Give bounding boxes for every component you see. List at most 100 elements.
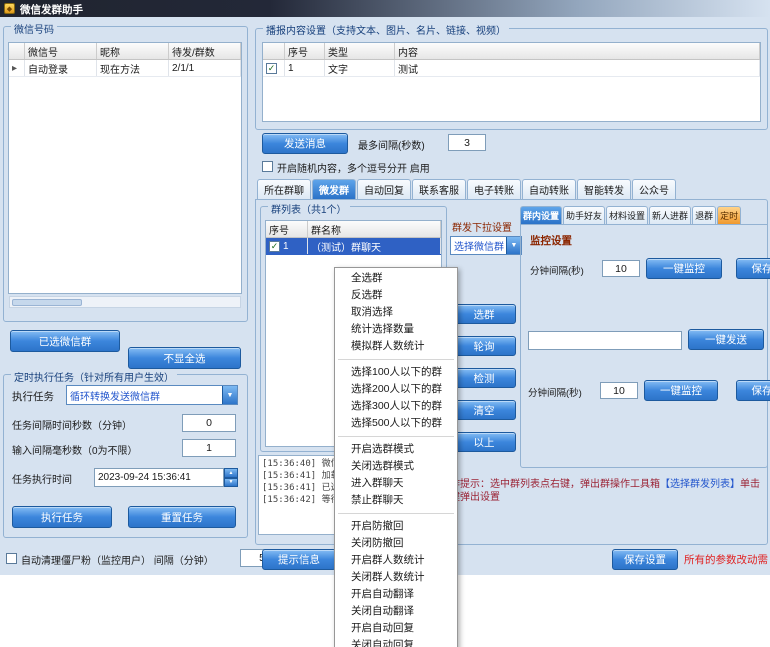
- context-menu-item[interactable]: 开启自动翻译: [335, 586, 457, 603]
- task-time-input[interactable]: 2023-09-24 15:36:41: [94, 468, 224, 487]
- tab-helper-friends[interactable]: 助手好友: [563, 206, 605, 224]
- tab-leave-group[interactable]: 退群: [692, 206, 716, 224]
- menu-separator: [338, 359, 454, 360]
- one-key-monitor-button-1[interactable]: 一键监控: [646, 258, 722, 279]
- run-task-button[interactable]: 执行任务: [12, 506, 112, 528]
- header-cell[interactable]: 序号: [285, 43, 325, 59]
- select-all-button[interactable]: 不显全选: [128, 347, 241, 369]
- spinner-up-icon[interactable]: ▲: [224, 468, 238, 478]
- header-cell[interactable]: 类型: [325, 43, 395, 59]
- header-cell[interactable]: 昵称: [97, 43, 169, 59]
- side-button-2[interactable]: 轮询: [452, 336, 516, 356]
- side-button-1[interactable]: 选群: [452, 304, 516, 324]
- context-menu-item[interactable]: 全选群: [335, 270, 457, 287]
- account-table-hscrollbar[interactable]: [9, 296, 241, 308]
- tab-auto-transfer[interactable]: 自动转账: [522, 179, 576, 199]
- context-menu-item[interactable]: 选择500人以下的群: [335, 415, 457, 432]
- row-checkbox[interactable]: ✓: [269, 241, 280, 252]
- chevron-down-icon[interactable]: ▼: [222, 386, 237, 404]
- context-menu-item[interactable]: 开启防撤回: [335, 518, 457, 535]
- context-menu-item[interactable]: 关闭防撤回: [335, 535, 457, 552]
- tab-auto-reply[interactable]: 自动回复: [357, 179, 411, 199]
- tab-group-settings[interactable]: 群内设置: [520, 206, 562, 224]
- spinner-down-icon[interactable]: ▼: [224, 478, 238, 488]
- context-menu-item[interactable]: 统计选择数量: [335, 321, 457, 338]
- tab-timing[interactable]: 定时: [717, 206, 741, 224]
- context-menu-item[interactable]: 开启自动回复: [335, 620, 457, 637]
- monitor-row1-label: 分钟间隔(秒): [530, 263, 584, 277]
- tab-material-settings[interactable]: 材料设置: [606, 206, 648, 224]
- monitor-row3-input[interactable]: 10: [600, 382, 638, 399]
- reset-task-button[interactable]: 重置任务: [128, 506, 236, 528]
- max-interval-input[interactable]: 3: [448, 134, 486, 151]
- monitor-row2-input[interactable]: [528, 331, 682, 350]
- context-menu-item[interactable]: 反选群: [335, 287, 457, 304]
- group-dropdown-label: 群发下拉设置: [452, 219, 512, 234]
- info-button[interactable]: 提示信息: [262, 549, 336, 570]
- side-button-3[interactable]: 检测: [452, 368, 516, 388]
- tab-new-member[interactable]: 新人进群: [649, 206, 691, 224]
- header-cell[interactable]: [9, 43, 25, 59]
- random-content-checkbox[interactable]: [262, 161, 273, 172]
- header-cell[interactable]: 微信号: [25, 43, 97, 59]
- side-button-4[interactable]: 清空: [452, 400, 516, 420]
- selected-groups-button[interactable]: 已选微信群: [10, 330, 120, 352]
- group-list-row[interactable]: ✓ 1 （测试）群聊天: [266, 238, 441, 255]
- context-menu-item[interactable]: 开启群人数统计: [335, 552, 457, 569]
- context-menu-item[interactable]: 开启选群模式: [335, 441, 457, 458]
- exec-task-select[interactable]: 循环转换发送微信群 ▼: [66, 385, 238, 405]
- row-checkbox[interactable]: ✓: [266, 63, 277, 74]
- header-cell[interactable]: [263, 43, 285, 59]
- context-menu-item[interactable]: 选择300人以下的群: [335, 398, 457, 415]
- menu-separator: [338, 436, 454, 437]
- header-cell[interactable]: 待发/群数: [169, 43, 241, 59]
- main-tabstrip: 所在群聊 微发群 自动回复 联系客服 电子转账 自动转账 智能转发 公众号: [257, 179, 677, 199]
- broadcast-table-row[interactable]: ✓ 1 文字 测试: [263, 60, 760, 77]
- monitor-row1-input[interactable]: 10: [602, 260, 640, 277]
- context-menu-item[interactable]: 模拟群人数统计: [335, 338, 457, 355]
- tab-smart-forward[interactable]: 智能转发: [577, 179, 631, 199]
- side-button-5[interactable]: 以上: [452, 432, 516, 452]
- context-menu-item[interactable]: 禁止群聊天: [335, 492, 457, 509]
- save-settings-button[interactable]: 保存设置: [612, 549, 678, 570]
- tab-group-send[interactable]: 微发群: [312, 179, 356, 199]
- task-time-spinner[interactable]: ▲ ▼: [224, 468, 238, 487]
- account-table[interactable]: 微信号 昵称 待发/群数 ▸ 自动登录 现在方法 2/1/1: [8, 42, 242, 294]
- tab-groups-in[interactable]: 所在群聊: [257, 179, 311, 199]
- account-table-row[interactable]: ▸ 自动登录 现在方法 2/1/1: [9, 60, 241, 77]
- chevron-down-icon[interactable]: ▼: [506, 237, 521, 254]
- task-interval-input[interactable]: 0: [182, 414, 236, 432]
- tab-official-account[interactable]: 公众号: [632, 179, 676, 199]
- group-dropdown-select[interactable]: 选择微信群 ▼: [450, 236, 522, 255]
- context-menu: 全选群 反选群 取消选择 统计选择数量 模拟群人数统计 选择100人以下的群 选…: [334, 267, 458, 647]
- account-group-title: 微信号码: [11, 21, 57, 36]
- hint-text: 操作提示：选中群列表点右键，弹出群操作工具箱: [440, 479, 660, 490]
- broadcast-table[interactable]: 序号 类型 内容 ✓ 1 文字 测试: [262, 42, 761, 122]
- context-menu-item[interactable]: 进入群聊天: [335, 475, 457, 492]
- monitor-tabstrip: 群内设置 助手好友 材料设置 新人进群 退群 定时: [520, 206, 742, 224]
- screen: ◆ 微信发群助手 微信号码 微信号 昵称 待发/群数 ▸ 自动登录 现在方法 2…: [0, 0, 770, 647]
- one-key-monitor-button-2[interactable]: 一键监控: [644, 380, 718, 401]
- scrollbar-thumb[interactable]: [12, 299, 82, 306]
- context-menu-item[interactable]: 取消选择: [335, 304, 457, 321]
- send-delay-input[interactable]: 1: [182, 439, 236, 457]
- cell-nickname: 现在方法: [97, 60, 169, 76]
- one-key-send-button[interactable]: 一键发送: [688, 329, 764, 350]
- tab-e-transfer[interactable]: 电子转账: [467, 179, 521, 199]
- save-side-button-1[interactable]: 保存: [736, 258, 770, 279]
- context-menu-item[interactable]: 关闭群人数统计: [335, 569, 457, 586]
- group-list-header: 序号 群名称: [266, 221, 441, 238]
- context-menu-item[interactable]: 选择100人以下的群: [335, 364, 457, 381]
- tab-contact-service[interactable]: 联系客服: [412, 179, 466, 199]
- context-menu-item[interactable]: 关闭自动回复: [335, 637, 457, 647]
- titlebar[interactable]: ◆ 微信发群助手: [0, 0, 770, 17]
- context-menu-item[interactable]: 关闭自动翻译: [335, 603, 457, 620]
- clean-zombie-checkbox[interactable]: [6, 553, 17, 564]
- save-side-button-2[interactable]: 保存: [736, 380, 770, 401]
- header-cell[interactable]: 群名称: [308, 221, 441, 237]
- header-cell[interactable]: 内容: [395, 43, 760, 59]
- header-cell[interactable]: 序号: [266, 221, 308, 237]
- send-message-button[interactable]: 发送消息: [262, 133, 348, 154]
- context-menu-item[interactable]: 选择200人以下的群: [335, 381, 457, 398]
- context-menu-item[interactable]: 关闭选群模式: [335, 458, 457, 475]
